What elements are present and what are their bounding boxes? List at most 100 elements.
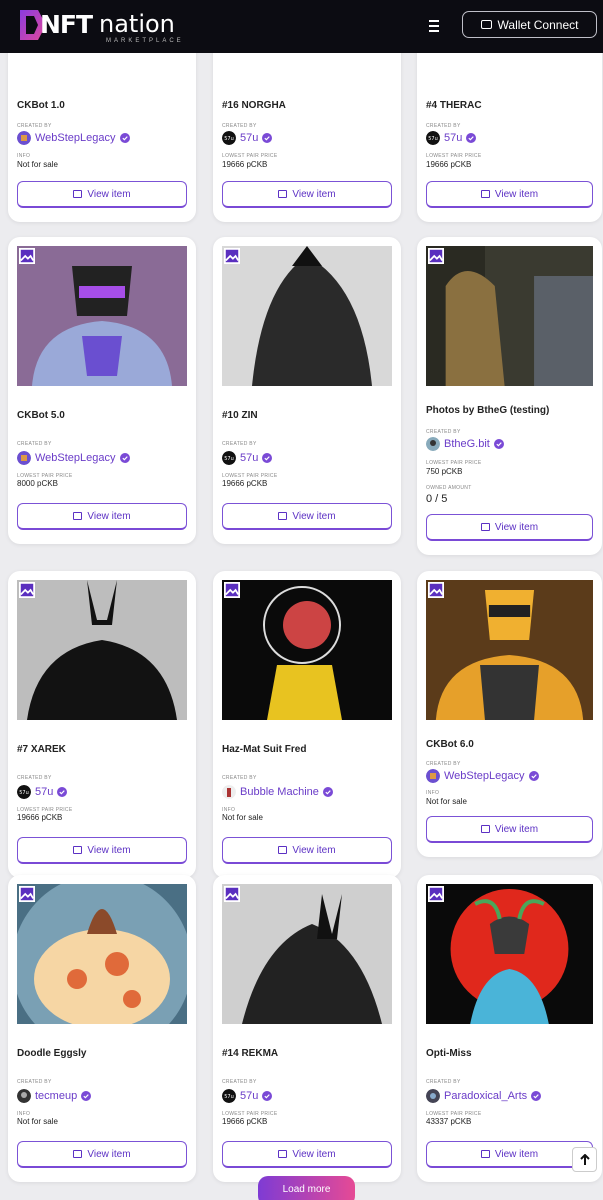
view-item-button[interactable]: View item [222, 1141, 392, 1168]
nft-title[interactable]: CKBot 6.0 [426, 739, 474, 750]
nft-thumbnail[interactable] [17, 884, 187, 1024]
nft-title[interactable]: #14 REKMA [222, 1048, 278, 1059]
creator-name: 57u [240, 132, 259, 144]
verified-badge-icon [322, 787, 333, 797]
nft-title[interactable]: #10 ZIN [222, 410, 258, 421]
hamburger-menu-icon[interactable] [424, 17, 444, 37]
verified-badge-icon [466, 133, 477, 143]
verified-badge-icon [493, 439, 504, 449]
nft-thumbnail[interactable] [17, 580, 187, 720]
shopping-bag-icon [278, 190, 288, 198]
view-item-label: View item [87, 1148, 131, 1160]
nftnation-logo[interactable]: NFT nation MARKETPLACE [18, 6, 181, 46]
view-item-button[interactable]: View item [17, 503, 187, 530]
view-item-button[interactable]: View item [222, 837, 392, 864]
view-item-button[interactable]: View item [426, 1141, 593, 1168]
creator-link[interactable]: WebStepLegacy [17, 131, 130, 145]
shopping-bag-icon [480, 523, 490, 531]
created-by-label: CREATED BY [17, 123, 52, 129]
avatar [17, 131, 31, 145]
creator-link[interactable]: tecmeup [17, 1089, 92, 1103]
info-value: 19666 pCKB [222, 479, 268, 488]
view-item-button[interactable]: View item [426, 181, 593, 208]
verified-badge-icon [57, 787, 68, 797]
nft-thumbnail[interactable] [222, 246, 392, 386]
nft-card[interactable]: CKBot 6.0 CREATED BY WebStepLegacy INFO No… [417, 571, 602, 857]
info-value: Not for sale [426, 797, 467, 806]
view-item-label: View item [494, 823, 539, 835]
info-value: Not for sale [17, 160, 58, 169]
load-more-button[interactable]: Load more [258, 1176, 355, 1200]
creator-link[interactable]: WebStepLegacy [17, 451, 130, 465]
created-by-label: CREATED BY [426, 123, 461, 129]
nft-title[interactable]: Doodle Eggsly [17, 1048, 86, 1059]
created-by-label: CREATED BY [222, 441, 257, 447]
creator-link[interactable]: 57u 57u [222, 451, 273, 465]
image-icon [19, 248, 35, 264]
nft-title[interactable]: #7 XAREK [17, 744, 66, 755]
creator-name: 57u [240, 452, 259, 464]
nft-title[interactable]: #4 THERAC [426, 100, 482, 111]
view-item-button[interactable]: View item [222, 181, 392, 208]
creator-link[interactable]: Bubble Machine [222, 785, 333, 799]
nft-card[interactable]: CKBot 5.0 CREATED BY WebStepLegacy LOWEST… [8, 237, 196, 544]
creator-link[interactable]: 57u 57u [17, 785, 68, 799]
nft-title[interactable]: Haz-Mat Suit Fred [222, 744, 306, 755]
info-value: 43337 pCKB [426, 1117, 472, 1126]
nft-thumbnail[interactable] [222, 580, 392, 720]
nft-thumbnail[interactable] [426, 580, 593, 720]
view-item-label: View item [292, 1148, 336, 1160]
shopping-bag-icon [73, 512, 83, 520]
info-value: Not for sale [222, 813, 263, 822]
creator-link[interactable]: WebStepLegacy [426, 769, 539, 783]
scroll-to-top-button[interactable] [572, 1147, 597, 1172]
creator-link[interactable]: 57u 57u [222, 1089, 273, 1103]
nft-title[interactable]: Opti-Miss [426, 1048, 472, 1059]
info-value: 19666 pCKB [17, 813, 63, 822]
nft-card[interactable]: Doodle Eggsly CREATED BY tecmeup INFO Not … [8, 875, 196, 1182]
avatar [17, 451, 31, 465]
nft-thumbnail[interactable] [222, 884, 392, 1024]
nft-title[interactable]: CKBot 1.0 [17, 100, 65, 111]
creator-link[interactable]: 57u 57u [426, 131, 477, 145]
nft-title[interactable]: Photos by BtheG (testing) [426, 405, 549, 416]
image-icon [19, 582, 35, 598]
nft-thumbnail[interactable] [426, 884, 593, 1024]
shopping-bag-icon [480, 1150, 490, 1158]
creator-name: WebStepLegacy [35, 132, 116, 144]
view-item-label: View item [494, 188, 539, 200]
nft-card[interactable]: Opti-Miss CREATED BY Paradoxical_Arts LOW… [417, 875, 602, 1182]
top-nav-bar: NFT nation MARKETPLACE Wallet Connect [0, 0, 603, 53]
svg-text:57u: 57u [224, 136, 234, 142]
view-item-button[interactable]: View item [17, 837, 187, 864]
creator-name: 57u [35, 786, 54, 798]
view-item-button[interactable]: View item [17, 181, 187, 208]
avatar: 57u [426, 131, 440, 145]
nft-thumbnail[interactable] [426, 246, 593, 386]
wallet-connect-button[interactable]: Wallet Connect [462, 11, 597, 38]
creator-link[interactable]: BtheG.bit [426, 437, 504, 451]
creator-link[interactable]: Paradoxical_Arts [426, 1089, 542, 1103]
image-icon [224, 886, 240, 902]
view-item-label: View item [87, 510, 131, 522]
nft-title[interactable]: #16 NORGHA [222, 100, 286, 111]
view-item-button[interactable]: View item [17, 1141, 187, 1168]
shopping-bag-icon [73, 846, 83, 854]
nft-title[interactable]: CKBot 5.0 [17, 410, 65, 421]
nft-card[interactable]: Haz-Mat Suit Fred CREATED BY Bubble Machi… [213, 571, 401, 878]
nft-card[interactable]: #10 ZIN CREATED BY 57u 57u LOWEST PAIR PR… [213, 237, 401, 544]
nft-card[interactable]: #14 REKMA CREATED BY 57u 57u LOWEST PAIR … [213, 875, 401, 1182]
creator-link[interactable]: 57u 57u [222, 131, 273, 145]
nft-card[interactable]: #7 XAREK CREATED BY 57u 57u LOWEST PAIR P… [8, 571, 196, 878]
nft-card[interactable]: Photos by BtheG (testing) CREATED BY Bthe… [417, 237, 602, 555]
info-value: 19666 pCKB [222, 160, 268, 169]
shopping-bag-icon [480, 825, 490, 833]
image-icon [19, 886, 35, 902]
verified-badge-icon [262, 1091, 273, 1101]
creator-name: tecmeup [35, 1090, 78, 1102]
view-item-button[interactable]: View item [426, 816, 593, 843]
view-item-button[interactable]: View item [426, 514, 593, 541]
svg-text:57u: 57u [428, 136, 438, 142]
nft-thumbnail[interactable] [17, 246, 187, 386]
view-item-button[interactable]: View item [222, 503, 392, 530]
